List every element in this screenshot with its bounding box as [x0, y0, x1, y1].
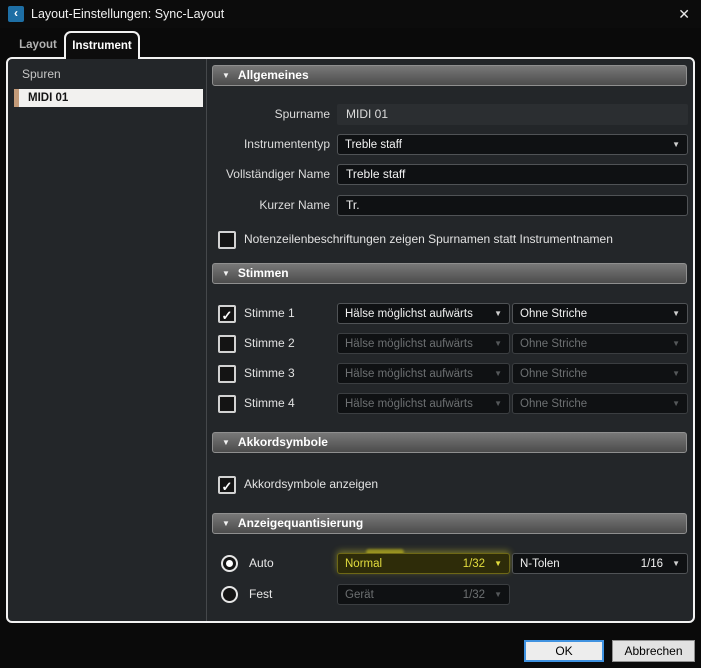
voice-3-row: Stimme 3 Hälse möglichst aufwärts ▼ Ohne… — [207, 363, 693, 385]
auto-radio[interactable] — [221, 555, 238, 572]
voice-2-label: Stimme 2 — [244, 336, 295, 350]
show-chords-row: ✓ Akkordsymbole anzeigen — [207, 474, 693, 496]
chevron-down-icon: ▼ — [494, 309, 502, 318]
instrument-settings-panel: ▼ Allgemeines Spurname MIDI 01 Instrumen… — [207, 59, 693, 621]
fixed-radio[interactable] — [221, 586, 238, 603]
tab-instrument[interactable]: Instrument — [64, 31, 140, 59]
full-name-row: Vollständiger Name Treble staff — [207, 164, 693, 186]
short-name-row: Kurzer Name Tr. — [207, 195, 693, 217]
cubase-logo-icon: ‹ — [8, 6, 24, 22]
quantize-fixed-row: Fest Gerät 1/32 ▼ — [207, 584, 693, 606]
voice-1-row: ✓ Stimme 1 Hälse möglichst aufwärts ▼ Oh… — [207, 303, 693, 325]
voice-1-beams-dropdown[interactable]: Ohne Striche ▼ — [512, 303, 688, 324]
instrument-type-selected: Treble staff — [345, 138, 402, 151]
voice-2-stems-dropdown: Hälse möglichst aufwärts ▼ — [337, 333, 510, 354]
voice-2-row: Stimme 2 Hälse möglichst aufwärts ▼ Ohne… — [207, 333, 693, 355]
voice-3-beams-dropdown: Ohne Striche ▼ — [512, 363, 688, 384]
short-name-input[interactable]: Tr. — [337, 195, 688, 216]
chevron-down-icon: ▼ — [672, 309, 680, 318]
voice-4-label: Stimme 4 — [244, 396, 295, 410]
instrument-type-label: Instrumententyp — [243, 137, 330, 151]
voice-1-checkbox[interactable]: ✓ — [218, 305, 236, 323]
voice-3-checkbox[interactable] — [218, 365, 236, 383]
staff-labels-checkbox-label: Notenzeilenbeschriftungen zeigen Spurnam… — [244, 232, 613, 246]
staff-labels-row: Notenzeilenbeschriftungen zeigen Spurnam… — [207, 229, 693, 251]
voice-4-beams-dropdown: Ohne Striche ▼ — [512, 393, 688, 414]
section-header-chords[interactable]: ▼ Akkordsymbole — [212, 432, 687, 453]
section-title-voices: Stimmen — [237, 266, 289, 280]
chevron-down-icon: ▼ — [494, 399, 502, 408]
section-header-general[interactable]: ▼ Allgemeines — [212, 65, 687, 86]
check-icon: ✓ — [221, 308, 233, 323]
section-header-voices[interactable]: ▼ Stimmen — [212, 263, 687, 284]
chevron-down-icon: ▼ — [494, 590, 502, 599]
voice-4-checkbox[interactable] — [218, 395, 236, 413]
voice-2-beams-dropdown: Ohne Striche ▼ — [512, 333, 688, 354]
auto-quantize-dropdown[interactable]: Normal 1/32 ▼ — [337, 553, 510, 574]
chevron-down-icon: ▼ — [672, 399, 680, 408]
window-title: Layout-Einstellungen: Sync-Layout — [31, 7, 225, 21]
voice-4-row: Stimme 4 Hälse möglichst aufwärts ▼ Ohne… — [207, 393, 693, 415]
auto-radio-label: Auto — [249, 556, 274, 570]
collapse-triangle-icon: ▼ — [222, 71, 230, 80]
fixed-radio-label: Fest — [249, 587, 273, 601]
tracks-list-header: Spuren — [22, 67, 61, 81]
titlebar: ‹ Layout-Einstellungen: Sync-Layout ✕ — [0, 0, 701, 28]
voice-1-stems-dropdown[interactable]: Hälse möglichst aufwärts ▼ — [337, 303, 510, 324]
collapse-triangle-icon: ▼ — [222, 269, 230, 278]
section-title-general: Allgemeines — [237, 68, 309, 82]
track-item-label: MIDI 01 — [28, 92, 69, 104]
chevron-down-icon: ▼ — [494, 339, 502, 348]
quantize-auto-row: Auto Normal 1/32 ▼ N-Tolen 1/16 ▼ — [207, 549, 693, 575]
staff-labels-checkbox[interactable] — [218, 231, 236, 249]
ok-button[interactable]: OK — [524, 640, 604, 662]
section-title-chords: Akkordsymbole — [237, 435, 328, 449]
full-name-label: Vollständiger Name — [225, 167, 330, 181]
voice-4-stems-dropdown: Hälse möglichst aufwärts ▼ — [337, 393, 510, 414]
check-icon: ✓ — [221, 479, 233, 494]
track-name-row: Spurname MIDI 01 — [207, 104, 693, 126]
close-icon[interactable]: ✕ — [678, 6, 690, 22]
layout-settings-dialog: ‹ Layout-Einstellungen: Sync-Layout ✕ La… — [0, 0, 701, 668]
full-name-input[interactable]: Treble staff — [337, 164, 688, 185]
tuplets-quantize-dropdown[interactable]: N-Tolen 1/16 ▼ — [512, 553, 688, 574]
voice-2-checkbox[interactable] — [218, 335, 236, 353]
voice-1-label: Stimme 1 — [244, 306, 295, 320]
chevron-down-icon: ▼ — [672, 369, 680, 378]
fixed-quantize-dropdown: Gerät 1/32 ▼ — [337, 584, 510, 605]
chevron-down-icon: ▼ — [672, 559, 680, 568]
show-chords-checkbox[interactable]: ✓ — [218, 476, 236, 494]
short-name-label: Kurzer Name — [259, 198, 330, 212]
cancel-button[interactable]: Abbrechen — [612, 640, 695, 662]
chevron-down-icon: ▼ — [672, 140, 680, 149]
content-panel: Spuren MIDI 01 ▼ Allgemeines Spurname MI… — [6, 57, 695, 623]
track-name-value: MIDI 01 — [337, 104, 688, 125]
collapse-triangle-icon: ▼ — [222, 438, 230, 447]
chevron-down-icon: ▼ — [672, 339, 680, 348]
track-item-midi-01[interactable]: MIDI 01 — [14, 89, 203, 107]
instrument-type-row: Instrumententyp Treble staff ▼ — [207, 134, 693, 156]
track-name-label: Spurname — [274, 107, 330, 121]
tab-layout[interactable]: Layout — [10, 33, 66, 57]
instrument-type-dropdown[interactable]: Treble staff ▼ — [337, 134, 688, 155]
section-title-display-quantize: Anzeigequantisierung — [237, 516, 364, 530]
chevron-down-icon: ▼ — [494, 369, 502, 378]
voice-3-stems-dropdown: Hälse möglichst aufwärts ▼ — [337, 363, 510, 384]
voice-3-label: Stimme 3 — [244, 366, 295, 380]
collapse-triangle-icon: ▼ — [222, 519, 230, 528]
chevron-down-icon: ▼ — [494, 559, 502, 568]
section-header-display-quantize[interactable]: ▼ Anzeigequantisierung — [212, 513, 687, 534]
show-chords-label: Akkordsymbole anzeigen — [244, 477, 379, 491]
